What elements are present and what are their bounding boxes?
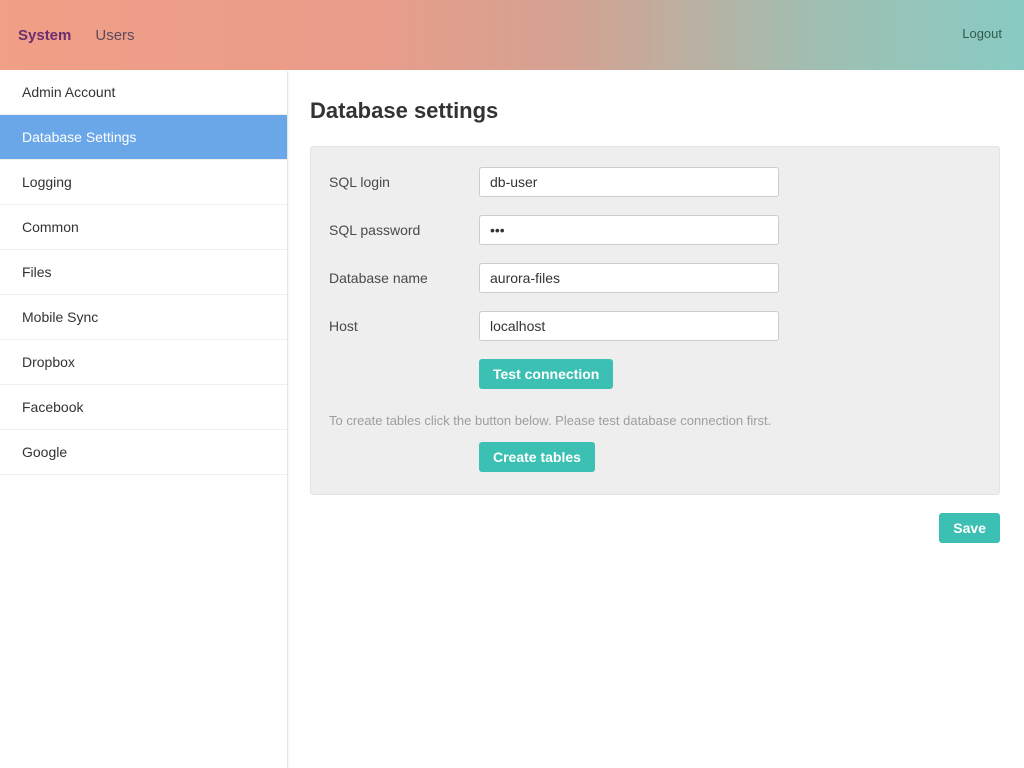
save-button[interactable]: Save <box>939 513 1000 543</box>
sidebar-item-files[interactable]: Files <box>0 250 287 295</box>
sidebar-item-admin-account[interactable]: Admin Account <box>0 70 287 115</box>
input-sql-password[interactable] <box>479 215 779 245</box>
create-tables-help: To create tables click the button below.… <box>329 413 981 428</box>
input-host[interactable] <box>479 311 779 341</box>
body: Admin Account Database Settings Logging … <box>0 70 1024 768</box>
row-db-name: Database name <box>329 263 981 293</box>
nav-tab-users[interactable]: Users <box>95 27 134 44</box>
row-sql-password: SQL password <box>329 215 981 245</box>
nav-tabs: System Users <box>18 27 135 44</box>
label-host: Host <box>329 318 479 334</box>
test-connection-button[interactable]: Test connection <box>479 359 613 389</box>
test-connection-row: Test connection <box>479 359 981 389</box>
sidebar-item-google[interactable]: Google <box>0 430 287 475</box>
sidebar: Admin Account Database Settings Logging … <box>0 70 288 768</box>
label-sql-password: SQL password <box>329 222 479 238</box>
input-db-name[interactable] <box>479 263 779 293</box>
sidebar-item-database-settings[interactable]: Database Settings <box>0 115 287 160</box>
input-sql-login[interactable] <box>479 167 779 197</box>
main-content: Database settings SQL login SQL password… <box>288 70 1024 768</box>
save-row: Save <box>310 513 1000 543</box>
row-host: Host <box>329 311 981 341</box>
create-tables-button[interactable]: Create tables <box>479 442 595 472</box>
sidebar-item-logging[interactable]: Logging <box>0 160 287 205</box>
label-sql-login: SQL login <box>329 174 479 190</box>
label-db-name: Database name <box>329 270 479 286</box>
header: System Users Logout <box>0 0 1024 70</box>
sidebar-item-common[interactable]: Common <box>0 205 287 250</box>
create-tables-row: Create tables <box>479 442 981 472</box>
settings-panel: SQL login SQL password Database name Hos… <box>310 146 1000 495</box>
row-sql-login: SQL login <box>329 167 981 197</box>
logout-link[interactable]: Logout <box>962 26 1002 41</box>
sidebar-item-mobile-sync[interactable]: Mobile Sync <box>0 295 287 340</box>
sidebar-item-dropbox[interactable]: Dropbox <box>0 340 287 385</box>
nav-tab-system[interactable]: System <box>18 27 71 44</box>
page-title: Database settings <box>310 98 1000 124</box>
sidebar-item-facebook[interactable]: Facebook <box>0 385 287 430</box>
